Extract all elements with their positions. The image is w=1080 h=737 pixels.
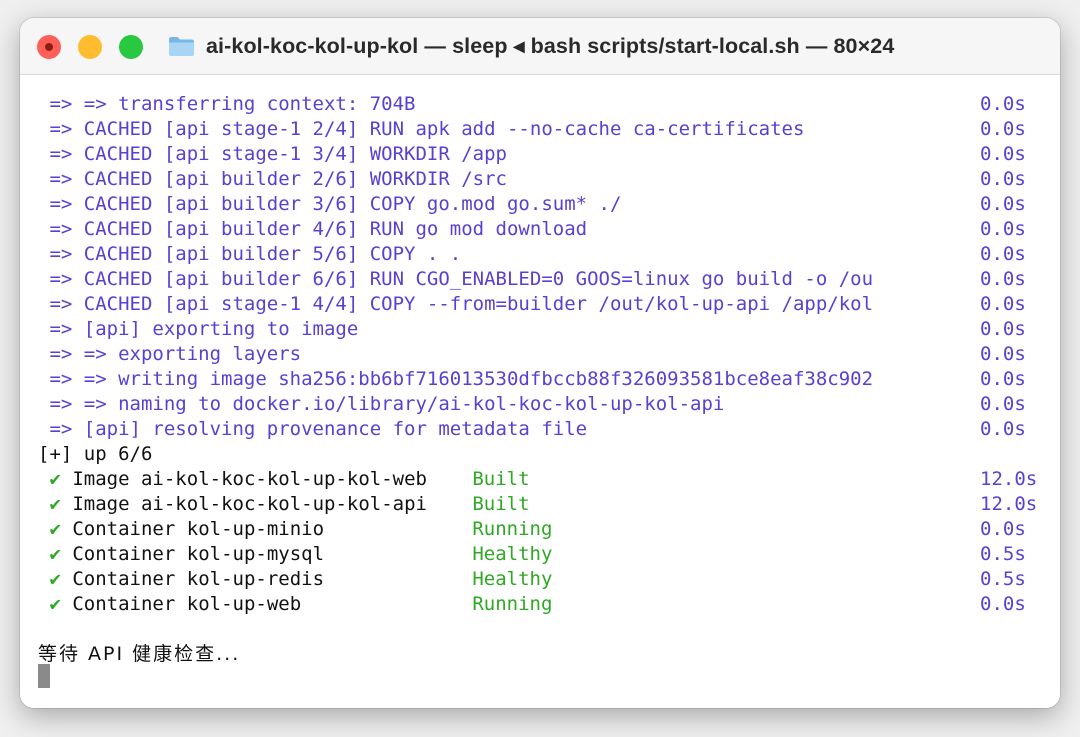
- build-log-line: => => naming to docker.io/library/ai-kol…: [38, 393, 725, 415]
- folder-icon: [168, 35, 195, 57]
- service-status-row: ✔ Container kol-up-mysql Healthy: [38, 542, 552, 567]
- service-name: Container kol-up-mysql: [72, 543, 325, 565]
- zoom-window-button[interactable]: [119, 35, 143, 59]
- terminal-cursor: [38, 664, 50, 688]
- build-log-duration: 0.0s: [980, 218, 1026, 240]
- build-log-duration: 0.0s: [980, 343, 1026, 365]
- build-log-line: => => exporting layers: [38, 343, 302, 365]
- build-log-line: => CACHED [api stage-1 4/4] COPY --from=…: [38, 293, 874, 315]
- checkmark-icon: ✔: [49, 593, 61, 615]
- terminal-window: ai-kol-koc-kol-up-kol — sleep ◂ bash scr…: [20, 18, 1060, 708]
- close-icon: [45, 43, 53, 51]
- waiting-message: 等待 API 健康检查...: [38, 643, 241, 665]
- service-name: Container kol-up-minio: [72, 518, 325, 540]
- build-log-line: => CACHED [api builder 3/6] COPY go.mod …: [38, 193, 622, 215]
- service-status-row: ✔ Container kol-up-minio Running: [38, 517, 552, 542]
- build-log-duration: 0.0s: [980, 93, 1026, 115]
- service-name: Container kol-up-redis: [72, 568, 325, 590]
- build-log-duration: 0.0s: [980, 268, 1026, 290]
- checkmark-icon: ✔: [49, 568, 61, 590]
- title-bar[interactable]: ai-kol-koc-kol-up-kol — sleep ◂ bash scr…: [20, 18, 1060, 75]
- build-log-duration: 0.0s: [980, 143, 1026, 165]
- service-status-row: ✔ Image ai-kol-koc-kol-up-kol-api Built: [38, 492, 530, 517]
- service-status: Built: [472, 493, 530, 515]
- checkmark-icon: ✔: [49, 468, 61, 490]
- build-log-line: => CACHED [api stage-1 3/4] WORKDIR /app: [38, 143, 507, 165]
- close-window-button[interactable]: [37, 35, 61, 59]
- build-log-line: => CACHED [api builder 2/6] WORKDIR /src: [38, 168, 507, 190]
- window-title: ai-kol-koc-kol-up-kol — sleep ◂ bash scr…: [168, 18, 894, 74]
- service-duration: 12.0s: [980, 468, 1038, 490]
- service-duration: 12.0s: [980, 493, 1038, 515]
- service-duration: 0.0s: [980, 518, 1026, 540]
- build-log-line: => => transferring context: 704B: [38, 93, 416, 115]
- build-log-duration: 0.0s: [980, 418, 1026, 440]
- terminal-output[interactable]: => => transferring context: 704B 0.0s => …: [20, 75, 1060, 708]
- build-log-line: => CACHED [api builder 6/6] RUN CGO_ENAB…: [38, 268, 874, 290]
- service-status: Built: [472, 468, 530, 490]
- service-duration: 0.0s: [980, 593, 1026, 615]
- build-log-duration: 0.0s: [980, 393, 1026, 415]
- service-name: Image ai-kol-koc-kol-up-kol-web: [72, 468, 427, 490]
- build-log-line: => [api] exporting to image: [38, 318, 359, 340]
- service-status: Running: [472, 593, 553, 615]
- service-status-row: ✔ Container kol-up-redis Healthy: [38, 567, 552, 592]
- build-log-line: => CACHED [api builder 4/6] RUN go mod d…: [38, 218, 588, 240]
- build-log-duration: 0.0s: [980, 368, 1026, 390]
- build-log-duration: 0.0s: [980, 193, 1026, 215]
- window-title-text: ai-kol-koc-kol-up-kol — sleep ◂ bash scr…: [206, 33, 895, 58]
- service-status-row: ✔ Container kol-up-web Running: [38, 592, 552, 617]
- service-status: Healthy: [472, 543, 553, 565]
- summary-line: [+] up 6/6: [38, 443, 153, 465]
- build-log-duration: 0.0s: [980, 293, 1026, 315]
- service-name: Image ai-kol-koc-kol-up-kol-api: [72, 493, 427, 515]
- build-log-line: => CACHED [api stage-1 2/4] RUN apk add …: [38, 118, 805, 140]
- minimize-window-button[interactable]: [78, 35, 102, 59]
- build-log-duration: 0.0s: [980, 243, 1026, 265]
- service-duration: 0.5s: [980, 568, 1026, 590]
- checkmark-icon: ✔: [49, 518, 61, 540]
- build-log-duration: 0.0s: [980, 168, 1026, 190]
- checkmark-icon: ✔: [49, 493, 61, 515]
- service-status-row: ✔ Image ai-kol-koc-kol-up-kol-web Built: [38, 467, 530, 492]
- service-status: Healthy: [472, 568, 553, 590]
- service-status: Running: [472, 518, 553, 540]
- checkmark-icon: ✔: [49, 543, 61, 565]
- service-name: Container kol-up-web: [72, 593, 302, 615]
- build-log-duration: 0.0s: [980, 318, 1026, 340]
- build-log-line: => => writing image sha256:bb6bf71601353…: [38, 368, 874, 390]
- build-log-line: => CACHED [api builder 5/6] COPY . .: [38, 243, 462, 265]
- service-duration: 0.5s: [980, 543, 1026, 565]
- build-log-line: => [api] resolving provenance for metada…: [38, 418, 588, 440]
- build-log-duration: 0.0s: [980, 118, 1026, 140]
